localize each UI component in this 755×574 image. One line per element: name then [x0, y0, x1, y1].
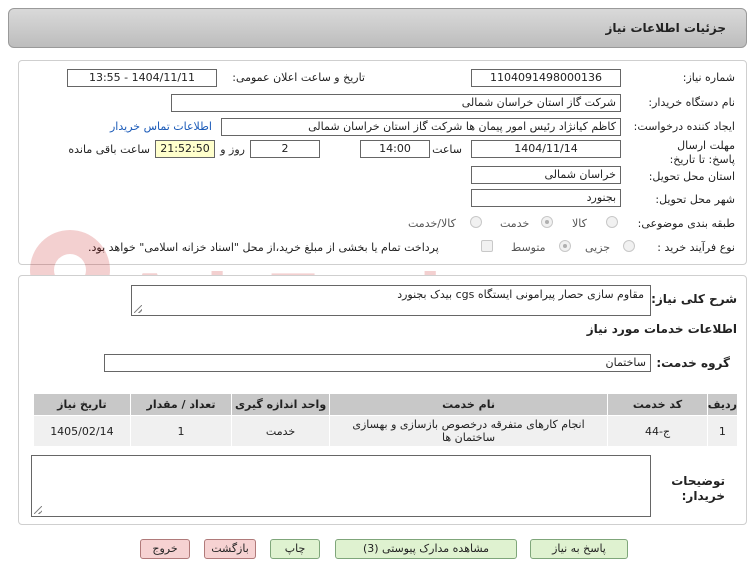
- buyer-notes-textarea[interactable]: [31, 455, 651, 517]
- cell-service-name: انجام کارهای متفرقه درخصوص بازسازی و بهس…: [328, 415, 609, 447]
- cell-row: 1: [706, 415, 739, 447]
- treasury-payment-checkbox[interactable]: [481, 240, 493, 252]
- buyer-notes-label: توضیحات خریدار:: [671, 474, 725, 503]
- remaining-label: ساعت باقی مانده: [68, 143, 150, 156]
- category-option-goods-service: کالا/خدمت: [408, 217, 456, 230]
- category-option-goods: کالا: [572, 217, 587, 230]
- province-label: استان محل تحویل:: [648, 170, 735, 183]
- contact-buyer-link[interactable]: اطلاعات تماس خریدار: [110, 120, 212, 133]
- table-row: 1 ج-44 انجام کارهای متفرقه درخصوص بازساز…: [33, 415, 739, 447]
- cell-quantity: 1: [129, 415, 233, 447]
- requester-label: ایجاد کننده درخواست:: [633, 120, 735, 133]
- need-info-panel: [18, 60, 747, 265]
- province-field: خراسان شمالی: [471, 166, 621, 184]
- description-label: شرح کلی نیاز:: [651, 292, 737, 306]
- col-service-name: نام خدمت: [328, 393, 609, 416]
- time-label: ساعت: [432, 143, 462, 156]
- service-group-label: گروه خدمت:: [656, 356, 730, 370]
- description-textarea[interactable]: مقاوم سازی حصار پیرامونی ایستگاه cgs بید…: [131, 285, 651, 316]
- treasury-payment-note: پرداخت تمام یا بخشی از مبلغ خرید،از محل …: [88, 241, 439, 254]
- process-option-minor: جزیی: [585, 241, 611, 254]
- cell-service-code: ج-44: [607, 415, 708, 447]
- col-need-date: تاریخ نیاز: [33, 393, 131, 416]
- reply-button[interactable]: پاسخ به نیاز: [530, 539, 628, 559]
- print-button[interactable]: چاپ: [270, 539, 320, 559]
- category-radio-service[interactable]: [541, 216, 553, 228]
- category-radio-goods-service[interactable]: [470, 216, 482, 228]
- buyer-field: شرکت گاز استان خراسان شمالی: [171, 94, 621, 112]
- days-label: روز و: [220, 143, 245, 156]
- city-label: شهر محل تحویل:: [655, 193, 735, 206]
- resize-grip-icon[interactable]: [34, 506, 42, 514]
- service-group-field: ساختمان: [104, 354, 651, 372]
- deadline-date-field: 1404/11/14: [471, 140, 621, 158]
- category-label: طبقه بندی موضوعی:: [637, 217, 735, 230]
- services-table: ردیف کد خدمت نام خدمت واحد اندازه گیری ت…: [33, 393, 739, 447]
- buyer-label: نام دستگاه خریدار:: [648, 96, 735, 109]
- exit-button[interactable]: خروج: [140, 539, 190, 559]
- page-header: جزئیات اطلاعات نیاز: [8, 8, 747, 48]
- need-number-label: شماره نیاز:: [682, 71, 735, 84]
- table-header-row: ردیف کد خدمت نام خدمت واحد اندازه گیری ت…: [33, 393, 739, 416]
- col-unit: واحد اندازه گیری: [231, 393, 330, 416]
- col-row: ردیف: [706, 393, 739, 416]
- requester-field: کاظم کیانژاد رئیس امور پیمان ها شرکت گاز…: [221, 118, 621, 136]
- days-field: 2: [250, 140, 320, 158]
- deadline-time-field: 14:00: [360, 140, 430, 158]
- announce-field: 1404/11/11 - 13:55: [67, 69, 217, 87]
- need-number-field: 1104091498000136: [471, 69, 621, 87]
- attachments-button[interactable]: مشاهده مدارک پیوستی (3): [335, 539, 517, 559]
- col-quantity: تعداد / مقدار: [129, 393, 233, 416]
- remaining-time-field: 21:52:50: [155, 140, 215, 158]
- city-field: بجنورد: [471, 189, 621, 207]
- process-option-medium: متوسط: [511, 241, 546, 254]
- cell-need-date: 1405/02/14: [33, 415, 131, 447]
- process-label: نوع فرآیند خرید :: [657, 241, 735, 254]
- back-button[interactable]: بازگشت: [204, 539, 256, 559]
- page-title: جزئیات اطلاعات نیاز: [605, 21, 726, 35]
- category-option-service: خدمت: [500, 217, 530, 230]
- cell-unit: خدمت: [231, 415, 330, 447]
- description-text: مقاوم سازی حصار پیرامونی ایستگاه cgs بید…: [397, 288, 644, 301]
- process-radio-minor[interactable]: [623, 240, 635, 252]
- resize-grip-icon[interactable]: [134, 305, 142, 313]
- col-service-code: کد خدمت: [607, 393, 708, 416]
- deadline-label: مهلت ارسال پاسخ: تا تاریخ:: [669, 139, 735, 166]
- announce-label: تاریخ و ساعت اعلان عمومی:: [232, 71, 365, 84]
- services-section-title: اطلاعات خدمات مورد نیاز: [586, 322, 737, 336]
- category-radio-goods[interactable]: [606, 216, 618, 228]
- process-radio-medium[interactable]: [559, 240, 571, 252]
